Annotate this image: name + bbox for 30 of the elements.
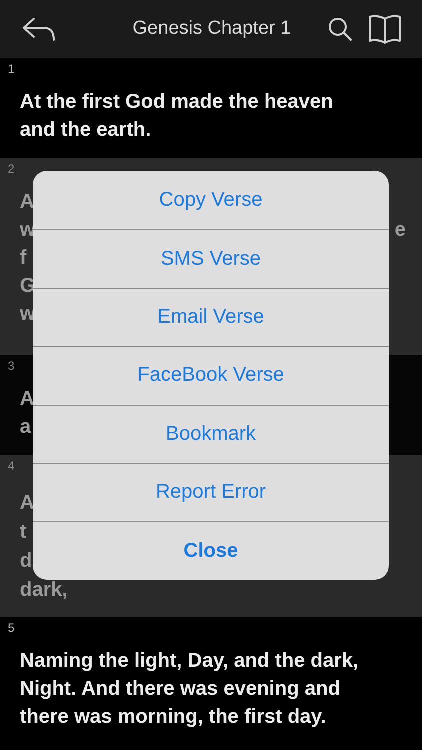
menu-item[interactable]: Bookmark bbox=[33, 404, 389, 463]
verse-number: 5 bbox=[8, 621, 16, 635]
verse-text: At the first God made the heaven bbox=[20, 90, 334, 115]
menu-item[interactable]: Close bbox=[33, 521, 389, 580]
verse-text: t bbox=[20, 520, 27, 545]
verse-text: dark, bbox=[20, 578, 68, 603]
verse-text: Night. And there was evening and bbox=[20, 677, 340, 702]
menu-item[interactable]: FaceBook Verse bbox=[33, 346, 389, 405]
verse-number: 4 bbox=[8, 459, 16, 473]
verse-text: and the earth. bbox=[20, 118, 152, 143]
verse-text: A bbox=[20, 387, 34, 412]
verse-text: f bbox=[20, 246, 27, 271]
verse-text: A bbox=[20, 190, 34, 215]
verse-text: d bbox=[20, 549, 32, 574]
verse-number: 2 bbox=[8, 162, 16, 176]
menu-item[interactable]: Report Error bbox=[33, 462, 389, 522]
verse-text: A bbox=[20, 491, 34, 516]
verse-text: Naming the light, Day, and the dark, bbox=[20, 649, 359, 674]
menu-item[interactable]: Copy Verse bbox=[33, 171, 389, 230]
verse-number: 3 bbox=[8, 359, 16, 373]
verse-number: 1 bbox=[8, 62, 16, 76]
search-icon[interactable] bbox=[328, 17, 352, 41]
menu-item[interactable]: Email Verse bbox=[33, 288, 389, 346]
chapter-title: Genesis Chapter 1 bbox=[132, 18, 292, 40]
back-icon[interactable] bbox=[22, 16, 56, 42]
menu-item[interactable]: SMS Verse bbox=[33, 229, 389, 288]
book-icon[interactable] bbox=[368, 14, 402, 44]
verse-text: e bbox=[394, 218, 406, 243]
verse-text: there was morning, the first day. bbox=[20, 705, 326, 730]
verse-text: a bbox=[20, 415, 32, 440]
